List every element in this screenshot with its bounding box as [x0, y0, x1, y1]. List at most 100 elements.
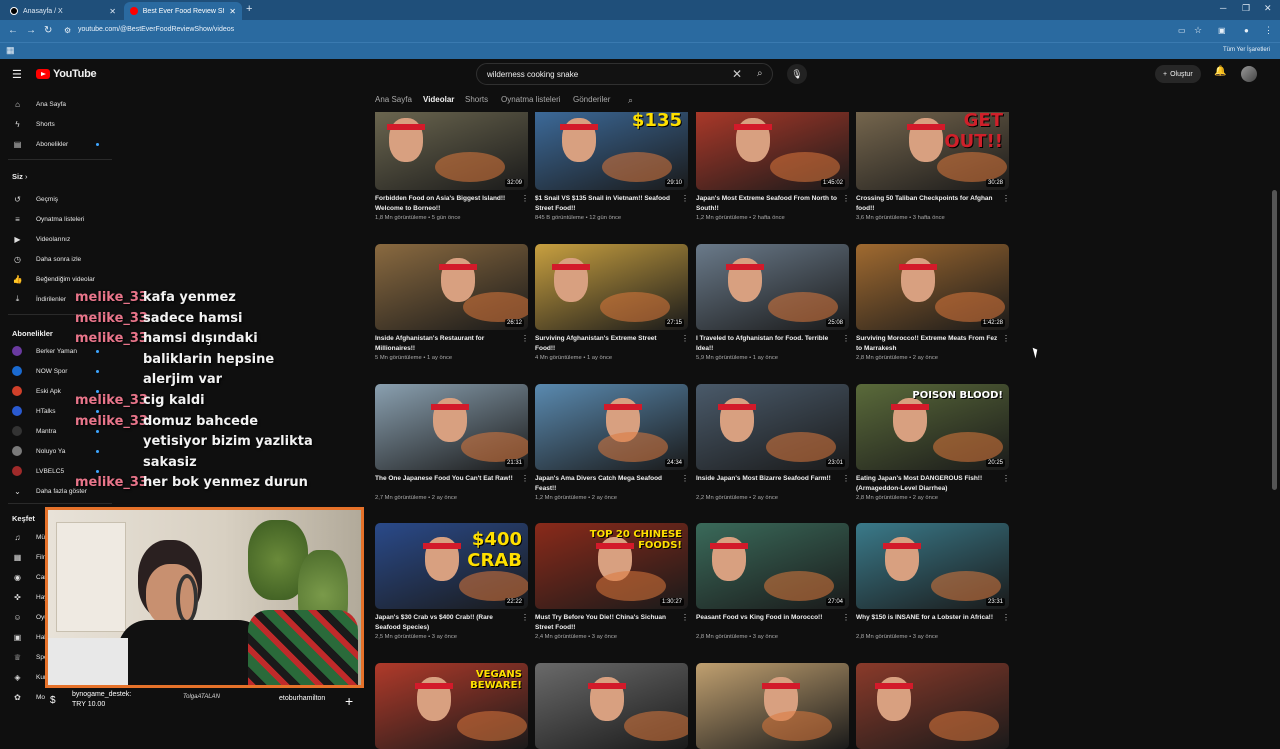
cast-icon[interactable]: ▭: [1178, 26, 1186, 35]
video-thumbnail[interactable]: 27:04: [696, 523, 849, 609]
tab-oynatma-listeleri[interactable]: Oynatma listeleri: [501, 95, 561, 104]
video-title[interactable]: Surviving Morocco!! Extreme Meats From F…: [856, 334, 998, 353]
video-title[interactable]: Crossing 50 Taliban Checkpoints for Afgh…: [856, 194, 998, 213]
video-title[interactable]: $1 Snail VS $135 Snail in Vietnam!! Seaf…: [535, 194, 677, 213]
back-icon[interactable]: ←: [8, 25, 18, 36]
hamburger-menu-icon[interactable]: ☰: [12, 68, 22, 81]
video-title[interactable]: I Traveled to Afghanistan for Food. Terr…: [696, 334, 838, 353]
more-options-icon[interactable]: ⋮: [681, 194, 689, 203]
video-thumbnail[interactable]: 21:31: [375, 384, 528, 470]
more-options-icon[interactable]: ⋮: [1002, 334, 1010, 343]
video-title[interactable]: Inside Japan's Most Bizarre Seafood Farm…: [696, 474, 838, 484]
sidebar-item-shorts[interactable]: ϟ Shorts: [0, 114, 118, 134]
sidebar-item-subscriptions[interactable]: ▤ Abonelikler: [0, 134, 118, 154]
more-options-icon[interactable]: ⋮: [842, 334, 850, 343]
tab-gönderiler[interactable]: Gönderiler: [573, 95, 610, 104]
profile-icon[interactable]: ●: [1244, 26, 1249, 35]
avatar[interactable]: [1241, 66, 1257, 82]
more-options-icon[interactable]: ⋮: [1002, 474, 1010, 483]
video-thumbnail[interactable]: 23:31: [856, 523, 1009, 609]
close-icon[interactable]: ✕: [109, 7, 116, 16]
search-icon[interactable]: ⌕: [757, 68, 763, 79]
search-input[interactable]: wilderness cooking snake: [487, 70, 578, 79]
you-heading[interactable]: Siz ›: [12, 172, 27, 181]
extensions-icon[interactable]: ▣: [1218, 26, 1226, 35]
sidebar-item-liked[interactable]: 👍 Beğendiğim videolar: [0, 269, 118, 289]
new-tab-icon[interactable]: +: [246, 3, 252, 15]
more-options-icon[interactable]: ⋮: [681, 613, 689, 622]
youtube-logo[interactable]: YouTube: [36, 68, 97, 80]
more-options-icon[interactable]: ⋮: [521, 334, 529, 343]
close-window-icon[interactable]: ✕: [1264, 3, 1272, 14]
video-title[interactable]: Peasant Food vs King Food in Morocco!!: [696, 613, 838, 623]
video-thumbnail[interactable]: $400 CRAB 22:22: [375, 523, 528, 609]
video-thumbnail[interactable]: VEGANS BEWARE!: [375, 663, 528, 749]
more-options-icon[interactable]: ⋮: [1002, 613, 1010, 622]
video-thumbnail[interactable]: GET OUT!! 30:28: [856, 112, 1009, 190]
forward-icon[interactable]: →: [26, 25, 36, 36]
video-thumbnail[interactable]: 1:45:02: [696, 112, 849, 190]
video-title[interactable]: Japan's $30 Crab vs $400 Crab!! (Rare Se…: [375, 613, 517, 632]
sidebar-item-your-videos[interactable]: ▶ Videolarınız: [0, 229, 118, 249]
more-options-icon[interactable]: ⋮: [521, 474, 529, 483]
video-thumbnail[interactable]: 1:42:28: [856, 244, 1009, 330]
clear-search-icon[interactable]: ✕: [732, 67, 742, 81]
tab-shorts[interactable]: Shorts: [465, 95, 488, 104]
bookmark-star-icon[interactable]: ☆: [1194, 25, 1202, 36]
video-title[interactable]: Surviving Afghanistan's Extreme Street F…: [535, 334, 677, 353]
video-title[interactable]: Eating Japan's Most DANGEROUS Fish!! (Ar…: [856, 474, 998, 493]
more-options-icon[interactable]: ⋮: [521, 613, 529, 622]
tab-videolar[interactable]: Videolar: [423, 95, 454, 104]
reload-icon[interactable]: ↻: [44, 25, 52, 36]
scrollbar[interactable]: [1272, 190, 1277, 490]
video-thumbnail[interactable]: POISON BLOOD! 20:25: [856, 384, 1009, 470]
video-thumbnail[interactable]: TOP 20 CHINESE FOODS! 1:30:27: [535, 523, 688, 609]
minimize-icon[interactable]: ─: [1220, 3, 1226, 13]
apps-icon[interactable]: ▦: [6, 45, 15, 56]
video-thumbnail[interactable]: 24:34: [535, 384, 688, 470]
more-options-icon[interactable]: ⋮: [1002, 194, 1010, 203]
video-title[interactable]: Inside Afghanistan's Restaurant for Mill…: [375, 334, 517, 353]
video-thumbnail[interactable]: 25:08: [696, 244, 849, 330]
url-field[interactable]: youtube.com/@BestEverFoodReviewShow/vide…: [78, 26, 234, 33]
sidebar-item-watch-later[interactable]: ◷ Daha sonra izle: [0, 249, 118, 269]
more-options-icon[interactable]: ⋮: [842, 194, 850, 203]
video-title[interactable]: Must Try Before You Die!! China's Sichua…: [535, 613, 677, 632]
video-title[interactable]: Why $150 is INSANE for a Lobster in Afri…: [856, 613, 998, 623]
sidebar-item-playlists[interactable]: ≡ Oynatma listeleri: [0, 209, 118, 229]
more-options-icon[interactable]: ⋮: [681, 334, 689, 343]
channel-search-icon[interactable]: ⌕: [628, 95, 633, 106]
microphone-icon[interactable]: 🎙: [787, 64, 807, 84]
video-thumbnail[interactable]: [856, 663, 1009, 749]
browser-tab-youtube[interactable]: Best Ever Food Review Show - Y ✕: [124, 2, 242, 20]
video-thumbnail[interactable]: 32:09: [375, 112, 528, 190]
video-thumbnail[interactable]: 23:01: [696, 384, 849, 470]
video-thumbnail[interactable]: [696, 663, 849, 749]
all-bookmarks[interactable]: Tüm Yer İşaretleri: [1223, 47, 1270, 53]
menu-icon[interactable]: ⋮: [1264, 25, 1273, 36]
sidebar-subscription[interactable]: NOW Spor: [0, 361, 118, 381]
sidebar-item-home[interactable]: ⌂ Ana Sayfa: [0, 94, 118, 114]
video-title[interactable]: Japan's Most Extreme Seafood From North …: [696, 194, 838, 213]
create-button[interactable]: + Oluştur: [1155, 65, 1201, 83]
video-thumbnail[interactable]: 26:12: [375, 244, 528, 330]
notifications-bell-icon[interactable]: 🔔: [1214, 66, 1226, 77]
site-info-icon[interactable]: ⚙: [64, 26, 71, 35]
more-options-icon[interactable]: ⋮: [681, 474, 689, 483]
video-title[interactable]: Japan's Ama Divers Catch Mega Seafood Fe…: [535, 474, 677, 493]
video-thumbnail[interactable]: 27:15: [535, 244, 688, 330]
browser-tab-x[interactable]: Anasayfa / X ✕: [4, 2, 122, 20]
maximize-icon[interactable]: ❐: [1242, 3, 1250, 14]
video-thumbnail[interactable]: [535, 663, 688, 749]
search-box[interactable]: wilderness cooking snake ✕ ⌕: [476, 63, 773, 85]
video-title[interactable]: Forbidden Food on Asia's Biggest Island!…: [375, 194, 517, 213]
tab-ana-sayfa[interactable]: Ana Sayfa: [375, 95, 412, 104]
sidebar-subscription[interactable]: Noluyo Ya: [0, 441, 118, 461]
video-thumbnail[interactable]: $135 29:10: [535, 112, 688, 190]
video-title[interactable]: The One Japanese Food You Can't Eat Raw!…: [375, 474, 517, 484]
close-icon[interactable]: ✕: [229, 7, 236, 16]
sidebar-item-history[interactable]: ↺ Geçmiş: [0, 189, 118, 209]
more-options-icon[interactable]: ⋮: [521, 194, 529, 203]
more-options-icon[interactable]: ⋮: [842, 474, 850, 483]
more-options-icon[interactable]: ⋮: [842, 613, 850, 622]
